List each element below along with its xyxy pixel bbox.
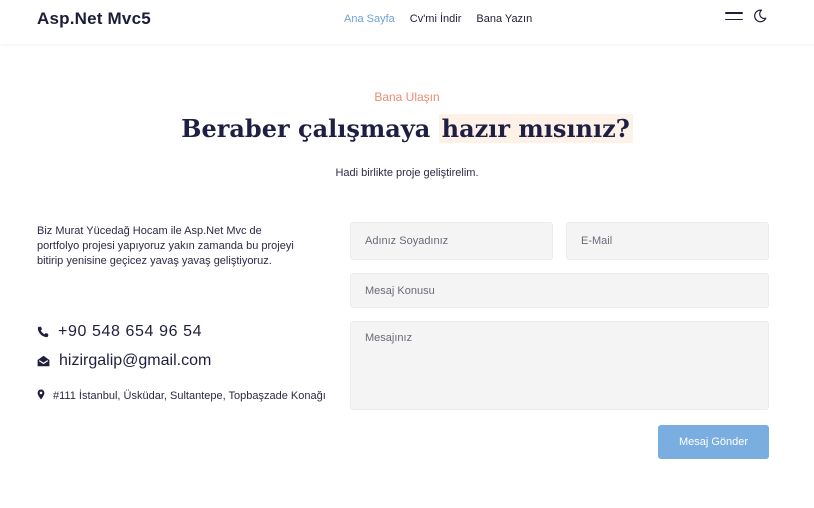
name-input[interactable] (350, 222, 553, 260)
address-text: #111 İstanbul, Üsküdar, Sultantepe, Topb… (53, 390, 326, 402)
headline-text: Beraber çalışmaya (181, 114, 439, 143)
section-eyebrow: Bana Ulaşın (374, 90, 440, 104)
moon-icon[interactable] (753, 9, 767, 23)
about-text: Biz Murat Yücedağ Hocam ile Asp.Net Mvc … (37, 225, 294, 267)
email-row: hizirgalip@gmail.com (37, 352, 211, 370)
main-nav: Ana Sayfa Cv'mi İndir Bana Yazın (344, 13, 532, 25)
address-block: #111 İstanbul, Üsküdar, Sultantepe, Topb… (37, 389, 332, 405)
send-message-button[interactable]: Mesaj Gönder (658, 425, 769, 459)
envelope-open-icon (37, 355, 50, 367)
brand-logo[interactable]: Asp.Net Mvc5 (37, 9, 151, 29)
nav-link-cv-download[interactable]: Cv'mi İndir (410, 13, 462, 25)
menu-icon[interactable] (725, 12, 743, 21)
subject-input[interactable] (350, 273, 769, 308)
map-pin-icon (37, 389, 45, 405)
nav-link-home[interactable]: Ana Sayfa (344, 13, 395, 25)
email-input[interactable] (566, 222, 769, 260)
headline-highlight: hazır mısınız? (438, 114, 633, 143)
section-subtitle: Hadi birlikte proje geliştirelim. (335, 167, 479, 179)
message-textarea[interactable] (350, 321, 769, 410)
top-navbar: Asp.Net Mvc5 Ana Sayfa Cv'mi İndir Bana … (0, 0, 814, 44)
phone-number[interactable]: +90 548 654 96 54 (58, 323, 202, 341)
section-headline: Beraber çalışmaya hazır mısınız? (0, 114, 814, 143)
nav-link-contact[interactable]: Bana Yazın (476, 13, 532, 25)
phone-row: +90 548 654 96 54 (37, 323, 202, 341)
phone-icon (37, 326, 49, 338)
email-address[interactable]: hizirgalip@gmail.com (59, 352, 211, 370)
